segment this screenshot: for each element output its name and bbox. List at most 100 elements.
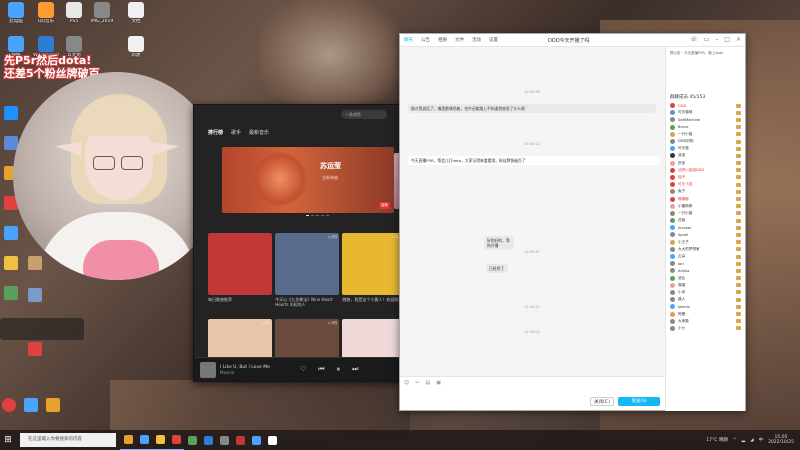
- app-icon[interactable]: [4, 256, 18, 270]
- member-row[interactable]: 油饼小姐姐DDD: [666, 167, 745, 174]
- pause-icon[interactable]: ⏸: [337, 365, 341, 374]
- taskbar-app-icon[interactable]: [184, 430, 200, 450]
- app-icon[interactable]: [4, 286, 18, 300]
- member-row[interactable]: 小七: [666, 325, 745, 332]
- app-icon[interactable]: [28, 288, 42, 302]
- desktop-icon[interactable]: 新建: [122, 36, 150, 59]
- chat-tab[interactable]: 活动: [472, 37, 481, 43]
- app-icon[interactable]: [4, 106, 18, 120]
- app-icon[interactable]: [46, 398, 60, 412]
- like-icon[interactable]: ♡: [300, 365, 306, 374]
- desktop-icon[interactable]: QQ音乐: [32, 2, 60, 25]
- player-nav-tab[interactable]: 歌手: [231, 129, 241, 136]
- taskbar-app-icon[interactable]: [200, 430, 216, 450]
- taskbar-app-icon[interactable]: [120, 430, 136, 450]
- volume-icon[interactable]: ◢: [750, 438, 753, 443]
- chat-tab[interactable]: 聊天: [404, 37, 413, 43]
- ime-indicator[interactable]: 中: [759, 437, 764, 443]
- member-row[interactable]: 路人: [666, 296, 745, 303]
- member-row[interactable]: 云朵: [666, 253, 745, 260]
- playlist-card[interactable]: ▷5万 今天以《九龙拳法》Nine Heart Hearts 半粒的人: [275, 233, 340, 307]
- phone-icon[interactable]: ☏: [690, 36, 698, 43]
- desktop-icon[interactable]: PS5: [60, 2, 88, 25]
- desktop-icon[interactable]: 此电脑: [2, 2, 30, 25]
- group-notice[interactable]: 群公告：今天直播P5R，晚上dota: [666, 47, 745, 56]
- member-row[interactable]: 可乐猫: [666, 145, 745, 152]
- member-row[interactable]: SoftMachine: [666, 116, 745, 123]
- send-button[interactable]: 发送(S): [618, 397, 660, 406]
- playlist-card[interactable]: 每日歌曲推荐: [208, 233, 272, 307]
- maximize-icon[interactable]: □: [724, 36, 730, 43]
- playlist-card[interactable]: ▷116万 跑跑，我是这个小黄人！欢迎收藏: [342, 233, 407, 307]
- member-row[interactable]: 一只小猫: [666, 210, 745, 217]
- folder-icon[interactable]: ▤: [425, 380, 430, 386]
- clock[interactable]: 15:05 2022/10/25: [768, 435, 794, 446]
- member-row[interactable]: Sproll: [666, 231, 745, 238]
- emoji-icon[interactable]: ☺: [404, 380, 409, 386]
- video-icon[interactable]: ▭: [704, 36, 710, 43]
- taskbar-app-icon[interactable]: [216, 430, 232, 450]
- chat-tab[interactable]: 公告: [421, 37, 430, 43]
- member-row[interactable]: Arisha: [666, 267, 745, 274]
- member-row[interactable]: 兔子: [666, 188, 745, 195]
- player-nav-tab[interactable]: 排行榜: [208, 129, 223, 136]
- next-icon[interactable]: ⏭: [352, 365, 358, 374]
- prev-icon[interactable]: ⏮: [318, 365, 324, 374]
- member-row[interactable]: 大大的梦想家: [666, 246, 745, 253]
- app-icon[interactable]: [4, 226, 18, 240]
- taskbar-search-input[interactable]: 在这里输入你要搜索的内容: [20, 433, 116, 447]
- member-row[interactable]: 大熊猫: [666, 318, 745, 325]
- member-row[interactable]: 阿狸: [666, 310, 745, 317]
- member-row[interactable]: 柚子: [666, 174, 745, 181]
- chevron-up-icon[interactable]: ^: [733, 438, 737, 443]
- close-icon[interactable]: ×: [736, 36, 741, 43]
- member-row[interactable]: 喵喵: [666, 282, 745, 289]
- chat-tab[interactable]: 相册: [438, 37, 447, 43]
- player-search-input[interactable]: 一条咸鱼: [341, 109, 387, 119]
- member-row[interactable]: 波比: [666, 275, 745, 282]
- image-icon[interactable]: ▣: [436, 380, 441, 386]
- member-row[interactable]: 虾皮: [666, 160, 745, 167]
- desktop-icon[interactable]: 文档: [122, 2, 150, 25]
- weather-text[interactable]: 17°C 晴朗: [706, 437, 728, 443]
- network-icon[interactable]: ▂: [742, 438, 745, 443]
- member-row[interactable]: Jasmin: [666, 303, 745, 310]
- member-row[interactable]: Iori: [666, 260, 745, 267]
- member-row[interactable]: Bruce: [666, 124, 745, 131]
- taskbar-app-icon[interactable]: [136, 430, 152, 450]
- member-row[interactable]: 一只小猫: [666, 131, 745, 138]
- taskbar-app-icon[interactable]: [168, 430, 184, 450]
- close-button[interactable]: 关闭(C): [590, 397, 614, 406]
- message-list[interactable]: 10:20:38 刚才我说话了，嘴里都嘀咕着，也许还能跟上不知道到底说了什么呢 10…: [404, 50, 666, 380]
- desktop-icon[interactable]: IMG_2019: [88, 2, 116, 25]
- chat-tab[interactable]: 文件: [455, 37, 464, 43]
- taskbar-app-icon[interactable]: [264, 430, 280, 450]
- member-row[interactable]: 可乐飞鼠: [666, 181, 745, 188]
- chat-tab[interactable]: 设置: [489, 37, 498, 43]
- message-bubble[interactable]: 今天直播P5R，等会儿打dota，大家记得来看看哦，粉丝牌快破百了: [408, 156, 660, 166]
- scissor-icon[interactable]: ✂: [415, 380, 419, 386]
- windows-start-icon[interactable]: ⊞: [0, 430, 16, 450]
- featured-banner[interactable]: 苏运莹 全新单曲 独家: [222, 147, 394, 213]
- member-row[interactable]: DDD的狗: [666, 138, 745, 145]
- member-row[interactable]: 嘟嘟嘟: [666, 195, 745, 202]
- player-nav-tab[interactable]: 最新音乐: [249, 129, 269, 136]
- minimize-icon[interactable]: –: [715, 36, 718, 43]
- message-bubble[interactable]: 刚才我说话了，嘴里都嘀咕着，也许还能跟上不知道到底说了什么呢: [408, 104, 656, 114]
- message-input-area[interactable]: ☺ ✂ ▤ ▣ 关闭(C) 发送(S): [400, 376, 666, 410]
- member-row[interactable]: 小米: [666, 289, 745, 296]
- member-row[interactable]: DDD: [666, 102, 745, 109]
- message-bubble[interactable]: 好的好的，等你开播: [484, 236, 514, 251]
- app-icon[interactable]: [28, 342, 42, 356]
- member-row[interactable]: 波波: [666, 152, 745, 159]
- app-icon[interactable]: [24, 398, 38, 412]
- member-row[interactable]: 可乐猫咪: [666, 109, 745, 116]
- member-list[interactable]: DDD 可乐猫咪 SoftMachine Bruce 一只小猫 DDD的狗 可乐猫 波波 虾皮油…: [666, 102, 745, 332]
- taskbar-app-icon[interactable]: [232, 430, 248, 450]
- message-bubble[interactable]: 已经到了: [486, 264, 508, 274]
- member-row[interactable]: Invoker: [666, 224, 745, 231]
- taskbar-app-icon[interactable]: [248, 430, 264, 450]
- app-icon[interactable]: [2, 398, 16, 412]
- taskbar-app-icon[interactable]: [152, 430, 168, 450]
- member-row[interactable]: 花卷: [666, 217, 745, 224]
